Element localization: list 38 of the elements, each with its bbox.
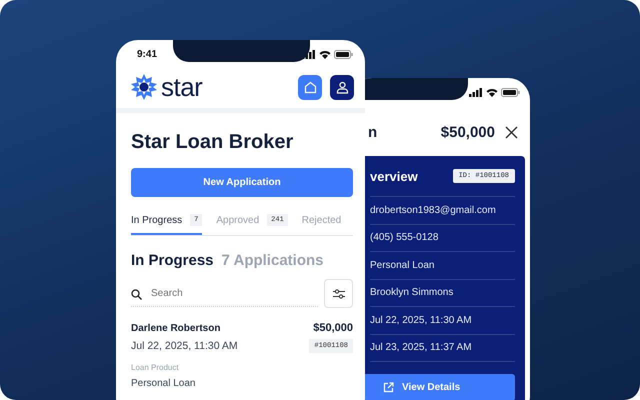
search-icon [131, 288, 142, 300]
view-details-button[interactable]: View Details [365, 374, 515, 400]
detail-row: Jul 22, 2025, 11:30 AM [370, 307, 515, 334]
loan-amount: $50,000 [440, 124, 495, 140]
detail-row: Jul 23, 2025, 11:37 AM [370, 334, 515, 362]
loan-amount: $50,000 [313, 322, 353, 334]
wifi-icon [486, 88, 498, 96]
section-title: In Progress [131, 252, 214, 269]
detail-row: drobertson1983@gmail.com [370, 197, 515, 224]
field-label: Loan Product [131, 363, 180, 372]
status-time: 9:41 [137, 48, 158, 60]
close-icon [505, 126, 518, 138]
external-link-icon [383, 382, 394, 393]
detail-row: Brooklyn Simmons [370, 280, 515, 307]
battery-icon [334, 50, 353, 58]
wifi-icon [319, 50, 331, 58]
user-icon [336, 80, 348, 94]
sliders-icon [332, 288, 344, 298]
battery-icon [501, 88, 520, 96]
logo-text: star [161, 74, 202, 100]
detail-row: Personal Loan [370, 252, 515, 280]
applicant-name: Darlene Robertson [131, 322, 220, 334]
signal-icon [469, 88, 483, 96]
home-button[interactable] [298, 74, 322, 100]
status-tab[interactable]: Rejected [302, 212, 342, 235]
star-logo-icon [131, 74, 157, 100]
panel-title: verview [370, 168, 418, 184]
application-count: 7 Applications [222, 252, 324, 269]
application-date: Jul 22, 2025, 11:30 AM [131, 340, 238, 352]
detail-row: (405) 555-0128 [370, 224, 515, 252]
new-application-button[interactable]: New Application [131, 168, 353, 197]
page-title: Star Loan Broker [131, 131, 294, 154]
profile-button[interactable] [330, 74, 354, 100]
filter-button[interactable] [324, 279, 353, 308]
close-button[interactable] [505, 126, 518, 138]
field-value: Personal Loan [131, 378, 196, 389]
home-icon [304, 80, 316, 94]
page-title: n [368, 124, 378, 140]
